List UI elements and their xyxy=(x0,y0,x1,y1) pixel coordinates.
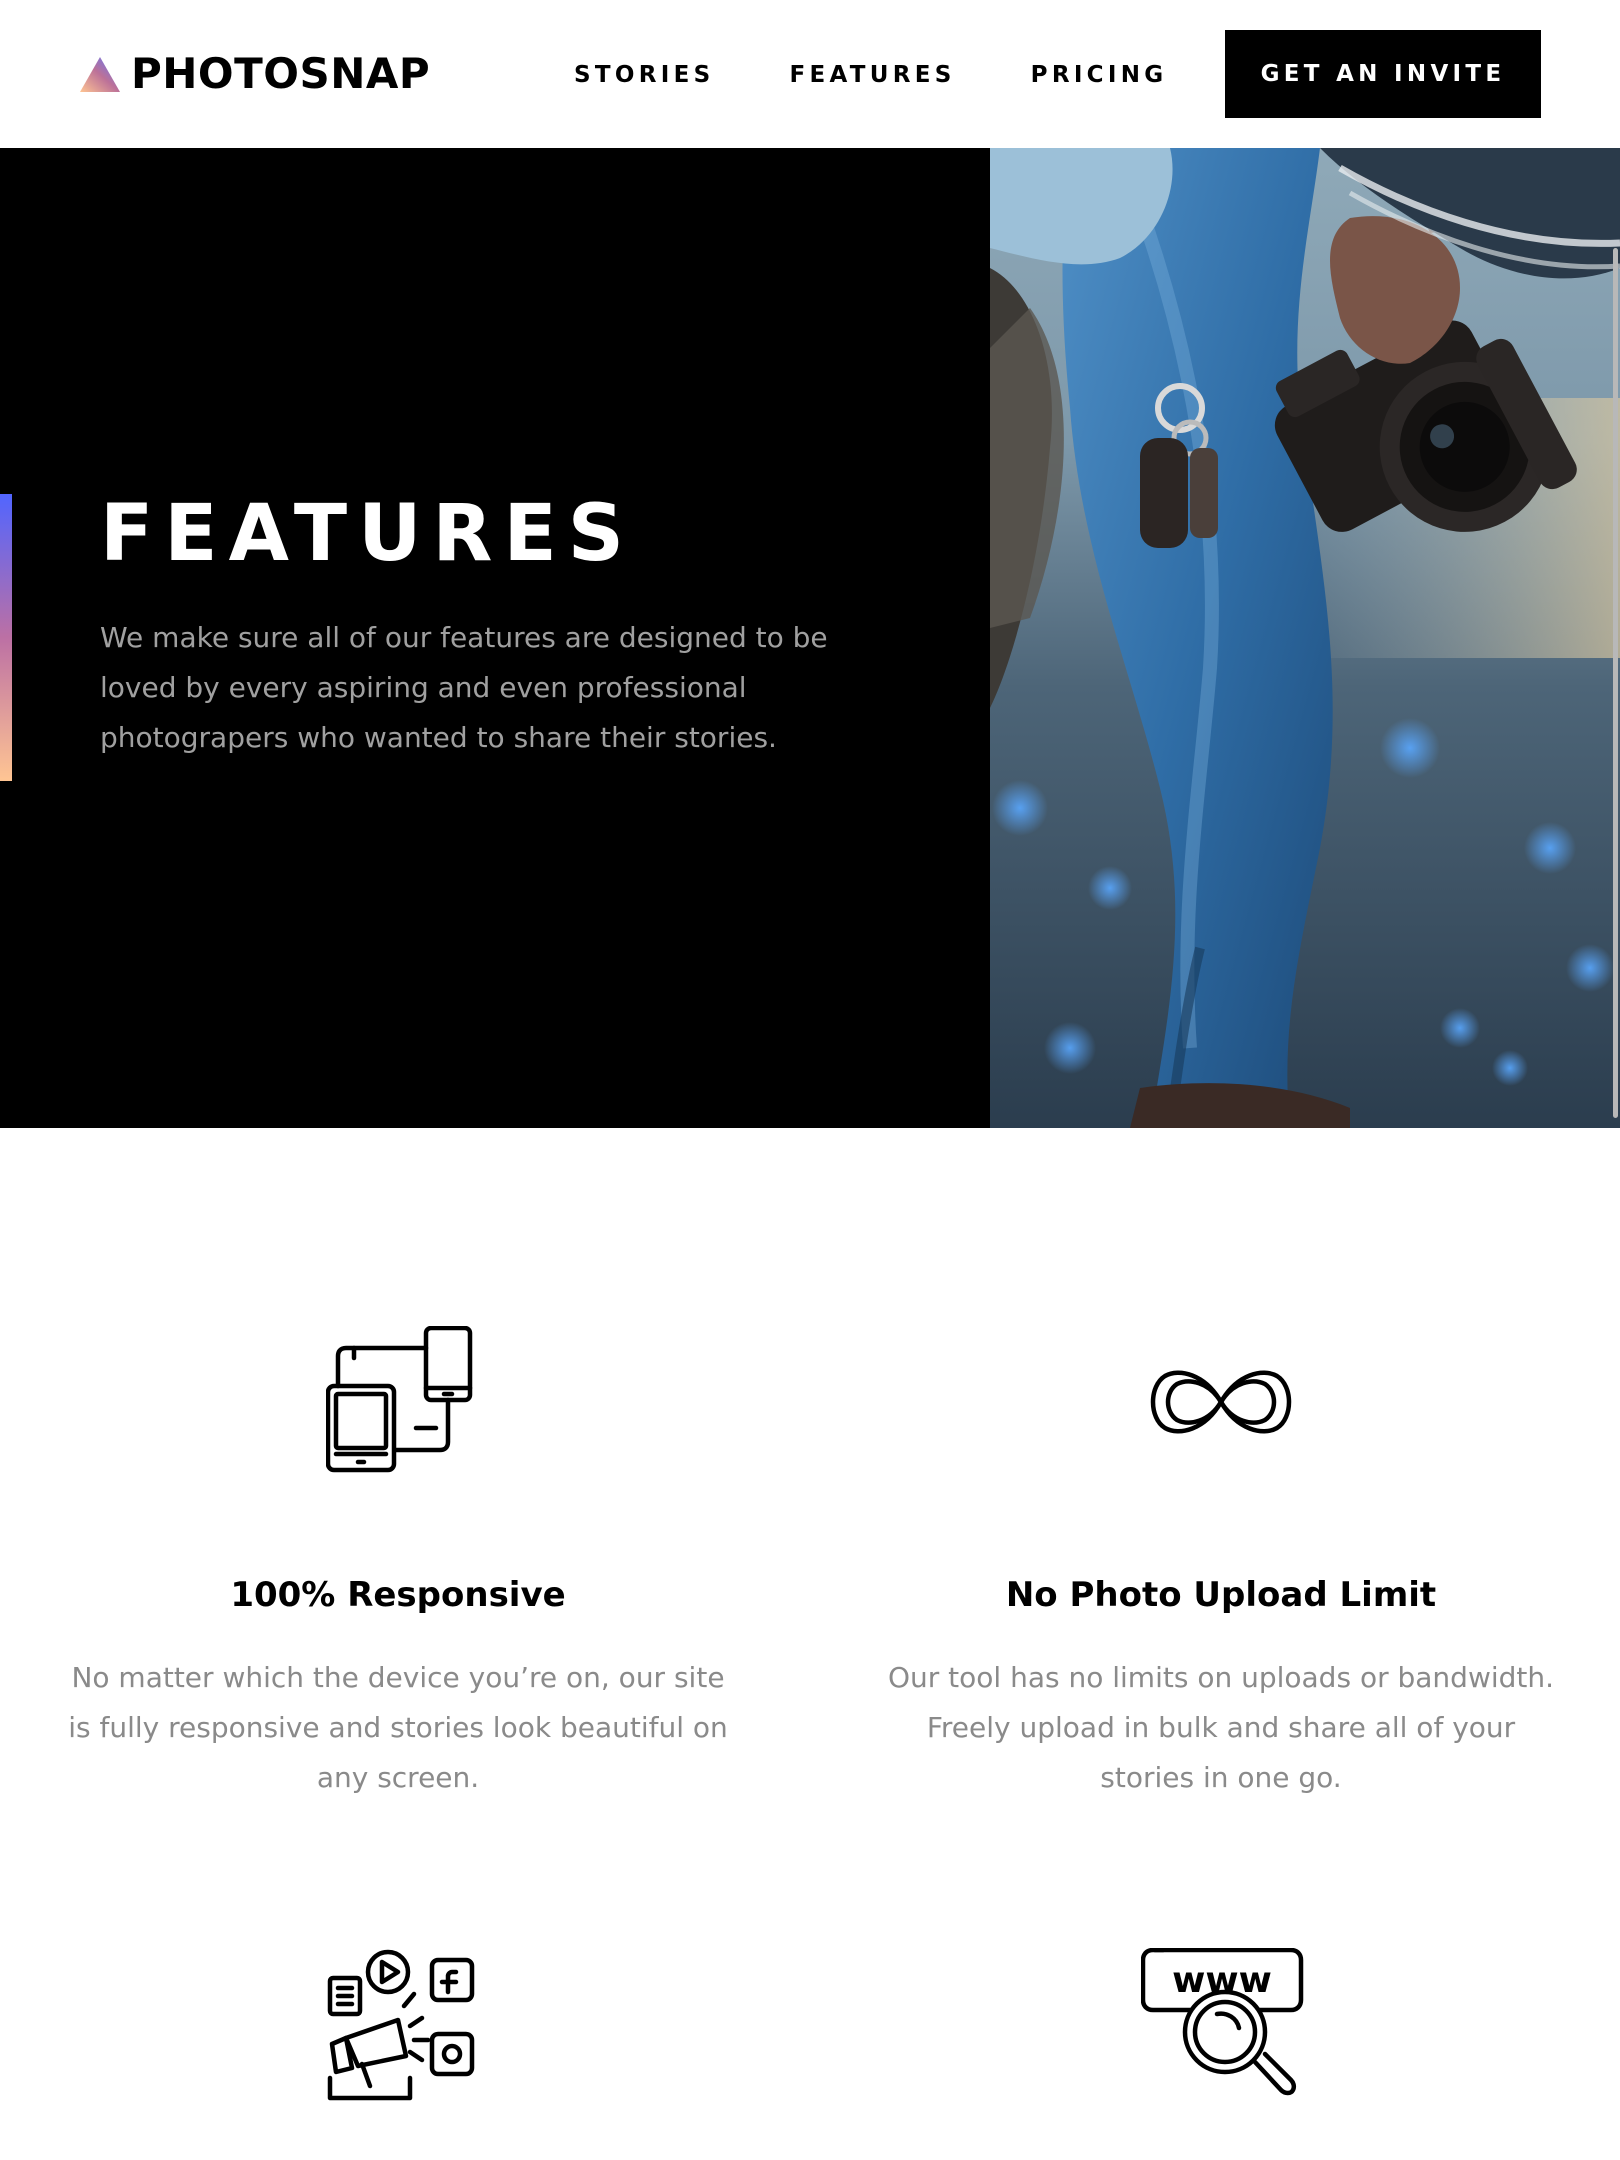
nav-item-pricing[interactable]: PRICING xyxy=(1031,60,1168,90)
get-an-invite-button[interactable]: GET AN INVITE xyxy=(1225,30,1541,118)
photographer-camera-image xyxy=(990,148,1620,1128)
brand-logo[interactable]: PHOTOSNAP xyxy=(80,53,430,95)
svg-text:www: www xyxy=(1172,1960,1272,2001)
custom-domain-search-icon: www xyxy=(1141,1948,1304,2096)
feature-description: Our tool has no limits on uploads or ban… xyxy=(887,1661,1555,1794)
hero-text-panel: FEATURES We make sure all of our feature… xyxy=(0,148,990,1128)
hero-section: FEATURES We make sure all of our feature… xyxy=(0,148,1620,1128)
hero-description: We make sure all of our features are des… xyxy=(100,621,828,754)
logo-triangle-icon xyxy=(80,56,120,92)
feature-title: 100% Responsive xyxy=(230,1575,566,1615)
social-media-embed-icon xyxy=(327,1949,475,2101)
site-header: PHOTOSNAP STORIES FEATURES PRICING GET A… xyxy=(0,0,1620,148)
feature-description: No matter which the device you’re on, ou… xyxy=(68,1661,728,1794)
infinity-icon xyxy=(1150,1370,1292,1434)
features-grid: 100% Responsive No matter which the devi… xyxy=(0,1128,1620,2160)
hero-image xyxy=(990,148,1620,1128)
page-scrollbar-thumb[interactable] xyxy=(1613,248,1618,1118)
page-title: FEATURES xyxy=(100,489,635,579)
brand-name: PHOTOSNAP xyxy=(131,49,431,98)
feature-title: No Photo Upload Limit xyxy=(1005,1575,1437,1615)
main-nav: STORIES FEATURES PRICING xyxy=(574,60,1242,90)
nav-item-stories[interactable]: STORIES xyxy=(574,60,714,90)
accent-gradient-bar xyxy=(0,494,12,781)
nav-item-features[interactable]: FEATURES xyxy=(789,60,955,90)
responsive-devices-icon xyxy=(326,1326,473,1473)
